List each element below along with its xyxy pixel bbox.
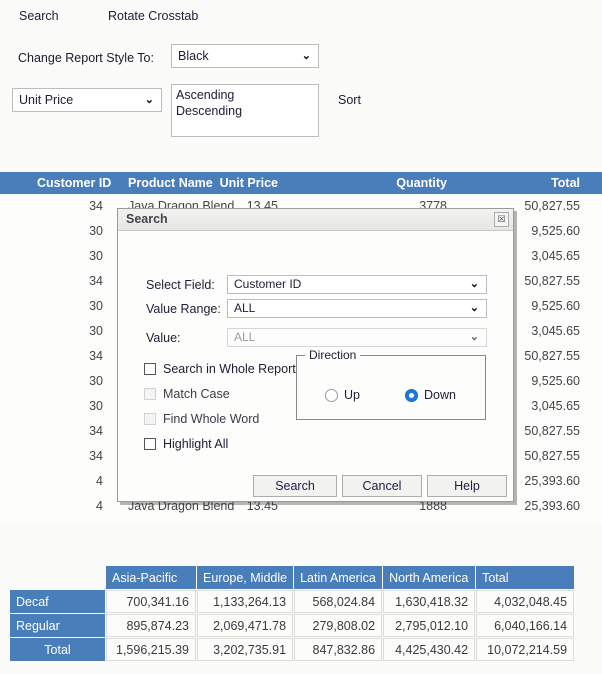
checkbox-label: Find Whole Word <box>163 411 259 428</box>
crosstab-col-europe-middle[interactable]: Europe, Middle <box>197 566 293 589</box>
crosstab-cell: 568,024.84 <box>294 590 382 613</box>
dialog-titlebar[interactable]: Search ☒ <box>118 209 513 231</box>
cell-customer-id: 30 <box>37 219 103 244</box>
value-range-dropdown[interactable]: ALL ⌄ <box>227 299 487 318</box>
column-header-unit-price[interactable]: Unit Price <box>220 172 278 194</box>
cell-customer-id: 34 <box>37 344 103 369</box>
column-header-total[interactable]: Total <box>551 172 580 194</box>
value-range-value: ALL <box>234 301 255 315</box>
value-range-label: Value Range: <box>146 302 221 316</box>
sort-label: Sort <box>338 93 361 107</box>
crosstab-cell: 895,874.23 <box>106 614 196 637</box>
radio-icon[interactable] <box>325 389 338 402</box>
listbox-option-descending[interactable]: Descending <box>176 103 318 119</box>
crosstab-row: Regular895,874.232,069,471.78279,808.022… <box>10 614 574 637</box>
cell-customer-id: 30 <box>37 394 103 419</box>
cell-customer-id: 4 <box>37 469 103 494</box>
crosstab-row-header[interactable]: Regular <box>10 614 105 637</box>
close-icon[interactable]: ☒ <box>494 212 509 227</box>
toolbar-search-link[interactable]: Search <box>19 9 59 23</box>
radio-label-down: Down <box>424 388 456 403</box>
crosstab-col-total[interactable]: Total <box>476 566 574 589</box>
cell-customer-id: 34 <box>37 194 103 219</box>
cell-customer-id: 4 <box>37 494 103 519</box>
value-label: Value: <box>146 331 181 345</box>
crosstab-table: Asia-Pacific Europe, Middle Latin Americ… <box>9 565 575 662</box>
toolbar-rotate-crosstab-link[interactable]: Rotate Crosstab <box>108 9 198 23</box>
cell-customer-id: 34 <box>37 444 103 469</box>
cell-customer-id: 34 <box>37 269 103 294</box>
crosstab-cell: 2,069,471.78 <box>197 614 293 637</box>
checkbox-icon[interactable] <box>144 413 156 425</box>
checkbox-icon[interactable] <box>144 363 156 375</box>
crosstab-cell: 1,133,264.13 <box>197 590 293 613</box>
select-field-dropdown[interactable]: Customer ID ⌄ <box>227 275 487 294</box>
search-dialog: Search ☒ Select Field: Customer ID ⌄ Val… <box>117 208 514 502</box>
direction-legend: Direction <box>305 348 360 362</box>
checkbox-label: Search in Whole Report <box>163 361 296 378</box>
crosstab-header-row: Asia-Pacific Europe, Middle Latin Americ… <box>10 566 574 589</box>
crosstab-row: Decaf700,341.161,133,264.13568,024.841,6… <box>10 590 574 613</box>
column-header-customer-id[interactable]: Customer ID <box>37 172 111 194</box>
crosstab-body: Decaf700,341.161,133,264.13568,024.841,6… <box>10 590 574 661</box>
cell-customer-id: 30 <box>37 244 103 269</box>
chevron-down-icon: ⌄ <box>302 45 311 67</box>
crosstab-col-asia-pacific[interactable]: Asia-Pacific <box>106 566 196 589</box>
search-button[interactable]: Search <box>253 475 337 497</box>
crosstab-cell: 4,425,430.42 <box>383 638 475 661</box>
crosstab-cell: 10,072,214.59 <box>476 638 574 661</box>
cell-customer-id: 30 <box>37 369 103 394</box>
select-field-value: Customer ID <box>234 277 301 291</box>
report-style-select[interactable]: Black ⌄ <box>171 44 319 68</box>
column-header-product-name[interactable]: Product Name <box>128 172 213 194</box>
sort-field-select[interactable]: Unit Price ⌄ <box>12 88 162 112</box>
sort-field-value: Unit Price <box>19 93 73 107</box>
crosstab-cell: 1,630,418.32 <box>383 590 475 613</box>
column-header-quantity[interactable]: Quantity <box>396 172 447 194</box>
crosstab-corner-cell <box>10 566 105 589</box>
dialog-title: Search <box>126 209 168 230</box>
crosstab-cell: 1,596,215.39 <box>106 638 196 661</box>
crosstab-col-latin-america[interactable]: Latin America <box>294 566 382 589</box>
crosstab-row: Total1,596,215.393,202,735.91847,832.864… <box>10 638 574 661</box>
chevron-down-icon: ⌄ <box>470 276 479 293</box>
cell-customer-id: 30 <box>37 319 103 344</box>
chevron-down-icon: ⌄ <box>145 89 154 111</box>
crosstab-cell: 847,832.86 <box>294 638 382 661</box>
crosstab-cell: 279,808.02 <box>294 614 382 637</box>
chevron-down-icon: ⌄ <box>470 300 479 317</box>
crosstab-col-north-america[interactable]: North America <box>383 566 475 589</box>
crosstab-cell: 3,202,735.91 <box>197 638 293 661</box>
crosstab-row-header[interactable]: Decaf <box>10 590 105 613</box>
radio-icon[interactable] <box>405 389 418 402</box>
report-table-header-row: Customer ID Product Name Unit Price Quan… <box>0 172 602 194</box>
checkbox-icon[interactable] <box>144 388 156 400</box>
crosstab-cell: 4,032,048.45 <box>476 590 574 613</box>
cell-customer-id: 30 <box>37 294 103 319</box>
value-dropdown[interactable]: ALL ⌄ <box>227 328 487 347</box>
chevron-down-icon: ⌄ <box>470 329 479 346</box>
crosstab-cell: 2,795,012.10 <box>383 614 475 637</box>
sort-direction-listbox[interactable]: Ascending Descending <box>171 84 319 137</box>
report-style-value: Black <box>178 49 209 63</box>
checkbox-label: Highlight All <box>163 436 228 453</box>
radio-label-up: Up <box>344 388 360 403</box>
direction-groupbox: Direction Up Down <box>296 355 486 420</box>
listbox-option-ascending[interactable]: Ascending <box>176 87 318 103</box>
select-field-label: Select Field: <box>146 278 215 292</box>
report-style-label: Change Report Style To: <box>18 51 154 65</box>
dialog-body: Select Field: Customer ID ⌄ Value Range:… <box>118 231 513 501</box>
checkbox-label: Match Case <box>163 386 230 403</box>
cancel-button[interactable]: Cancel <box>342 475 422 497</box>
checkbox-icon[interactable] <box>144 438 156 450</box>
help-button[interactable]: Help <box>427 475 507 497</box>
crosstab-cell: 6,040,166.14 <box>476 614 574 637</box>
crosstab-row-header[interactable]: Total <box>10 638 105 661</box>
cell-customer-id: 34 <box>37 419 103 444</box>
value-value: ALL <box>234 330 255 344</box>
crosstab-cell: 700,341.16 <box>106 590 196 613</box>
top-toolbar: Search Rotate Crosstab <box>0 0 602 36</box>
